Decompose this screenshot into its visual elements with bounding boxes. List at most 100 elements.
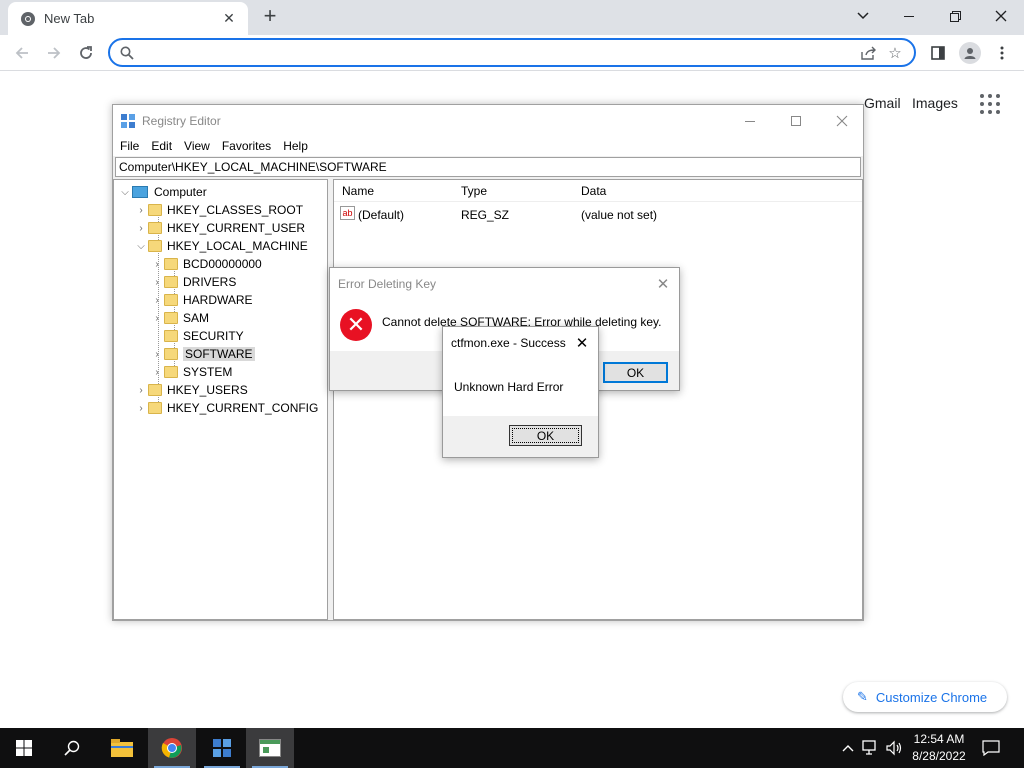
customize-chrome-button[interactable]: ✎ Customize Chrome: [843, 682, 1007, 712]
clock-date: 8/28/2022: [912, 749, 966, 763]
tab-new-tab[interactable]: New Tab ✕: [8, 2, 248, 35]
registry-editor-title: Registry Editor: [142, 113, 221, 128]
ctfmon-dialog-ok-button[interactable]: OK: [509, 425, 582, 446]
menu-file[interactable]: File: [116, 139, 143, 153]
tree-node-hkey-users[interactable]: › HKEY_USERS: [134, 381, 247, 399]
profile-avatar[interactable]: [956, 39, 984, 67]
tree-node-software[interactable]: › SOFTWARE: [150, 345, 255, 363]
column-header-type[interactable]: Type: [461, 184, 487, 198]
regedit-maximize-button[interactable]: [773, 107, 819, 135]
table-row[interactable]: ab (Default) REG_SZ (value not set): [334, 206, 862, 224]
chevron-down-icon[interactable]: ⌵: [134, 241, 148, 252]
taskbar-registry-editor[interactable]: [198, 728, 246, 768]
back-button[interactable]: [9, 40, 35, 66]
regedit-minimize-button[interactable]: [727, 107, 773, 135]
images-link[interactable]: Images: [912, 95, 958, 111]
chevron-up-icon[interactable]: [838, 738, 858, 758]
start-button[interactable]: [0, 728, 48, 768]
column-header-data[interactable]: Data: [581, 184, 606, 198]
error-dialog-ok-button[interactable]: OK: [603, 362, 668, 383]
ctfmon-dialog-close-icon[interactable]: ✕: [570, 331, 594, 355]
tree-node-sam[interactable]: › SAM: [150, 309, 209, 327]
bookmark-star-icon[interactable]: ☆: [882, 40, 908, 66]
folder-icon: [148, 384, 162, 396]
chevron-right-icon[interactable]: ›: [134, 385, 148, 396]
google-apps-icon[interactable]: [980, 94, 1000, 114]
chevron-right-icon[interactable]: ›: [150, 277, 164, 288]
tab-close-icon[interactable]: ✕: [220, 10, 238, 27]
registry-tree-pane: ⌵ Computer › HKEY_CLASSES_ROOT › HKEY_CU…: [113, 179, 328, 620]
folder-icon: [148, 204, 162, 216]
tree-node-hkey-local-machine[interactable]: ⌵ HKEY_LOCAL_MACHINE: [134, 237, 308, 255]
computer-icon: [132, 186, 148, 198]
column-header-name[interactable]: Name: [342, 184, 374, 198]
taskbar-search-button[interactable]: [48, 728, 96, 768]
omnibox[interactable]: ☆: [108, 38, 916, 67]
folder-icon: [164, 366, 178, 378]
omnibox-input[interactable]: [142, 41, 856, 64]
share-icon[interactable]: [856, 40, 882, 66]
ctfmon-dialog-message: Unknown Hard Error: [454, 380, 564, 394]
chevron-right-icon[interactable]: ›: [134, 205, 148, 216]
chrome-icon: [21, 11, 35, 26]
menu-edit[interactable]: Edit: [147, 139, 176, 153]
chevron-right-icon[interactable]: ›: [150, 367, 164, 378]
registry-editor-icon: [213, 739, 231, 757]
tree-node-hardware[interactable]: › HARDWARE: [150, 291, 252, 309]
folder-icon: [164, 312, 178, 324]
regedit-close-button[interactable]: [819, 107, 865, 135]
tab-title: New Tab: [44, 11, 95, 26]
tree-node-drivers[interactable]: › DRIVERS: [150, 273, 236, 291]
forward-button[interactable]: [41, 40, 67, 66]
side-panel-icon[interactable]: [924, 39, 952, 67]
search-icon: [120, 46, 134, 60]
registry-editor-titlebar: Registry Editor: [113, 105, 863, 136]
tree-node-bcd00000000[interactable]: › BCD00000000: [150, 255, 261, 273]
error-icon: ✕: [340, 309, 372, 341]
taskbar-chrome[interactable]: [148, 728, 196, 768]
chevron-right-icon[interactable]: ›: [150, 313, 164, 324]
chevron-right-icon[interactable]: ›: [150, 259, 164, 270]
value-name: (Default): [358, 208, 405, 222]
menu-help[interactable]: Help: [279, 139, 312, 153]
taskbar-file-explorer[interactable]: [98, 728, 146, 768]
chrome-menu-icon[interactable]: [988, 39, 1016, 67]
chevron-down-icon[interactable]: ⌵: [118, 187, 132, 198]
error-dialog-title: Error Deleting Key: [338, 276, 437, 291]
tree-node-hkey-current-config[interactable]: › HKEY_CURRENT_CONFIG: [134, 399, 318, 417]
chevron-right-icon[interactable]: ›: [150, 349, 164, 360]
file-explorer-icon: [111, 739, 133, 757]
taskbar-clock[interactable]: 12:54 AM 8/28/2022: [904, 731, 974, 765]
tab-search-icon[interactable]: [840, 0, 886, 32]
notification-icon[interactable]: [981, 738, 1001, 758]
tree-node-hkey-current-user[interactable]: › HKEY_CURRENT_USER: [134, 219, 305, 237]
new-tab-button[interactable]: +: [258, 4, 282, 30]
network-icon[interactable]: [861, 738, 881, 758]
chevron-right-icon[interactable]: ›: [150, 295, 164, 306]
tree-node-computer[interactable]: ⌵ Computer: [118, 183, 206, 201]
clock-time: 12:54 AM: [913, 732, 965, 746]
value-type: REG_SZ: [461, 208, 510, 222]
regedit-address-bar[interactable]: Computer\HKEY_LOCAL_MACHINE\SOFTWARE: [115, 157, 861, 177]
chevron-right-icon[interactable]: ›: [134, 223, 148, 234]
gmail-link[interactable]: Gmail: [864, 95, 901, 111]
minimize-button[interactable]: [886, 0, 932, 32]
restore-button[interactable]: [932, 0, 978, 32]
avatar-icon: [959, 42, 981, 64]
browser-toolbar: ☆: [0, 35, 1024, 71]
reload-button[interactable]: [73, 40, 99, 66]
volume-icon[interactable]: [884, 738, 904, 758]
folder-icon: [164, 294, 178, 306]
tree-node-security[interactable]: SECURITY: [150, 327, 244, 345]
taskbar-ctfmon-dialog[interactable]: [246, 728, 294, 768]
error-dialog-titlebar: Error Deleting Key ✕: [330, 268, 679, 299]
menu-view[interactable]: View: [180, 139, 214, 153]
close-window-button[interactable]: [978, 0, 1024, 32]
ctfmon-success-dialog: ctfmon.exe - Success ✕ Unknown Hard Erro…: [442, 326, 599, 458]
tree-node-hkey-classes-root[interactable]: › HKEY_CLASSES_ROOT: [134, 201, 303, 219]
menu-favorites[interactable]: Favorites: [218, 139, 275, 153]
error-dialog-close-icon[interactable]: ✕: [651, 272, 675, 296]
folder-icon: [148, 402, 162, 414]
tree-node-system[interactable]: › SYSTEM: [150, 363, 232, 381]
chevron-right-icon[interactable]: ›: [134, 403, 148, 414]
